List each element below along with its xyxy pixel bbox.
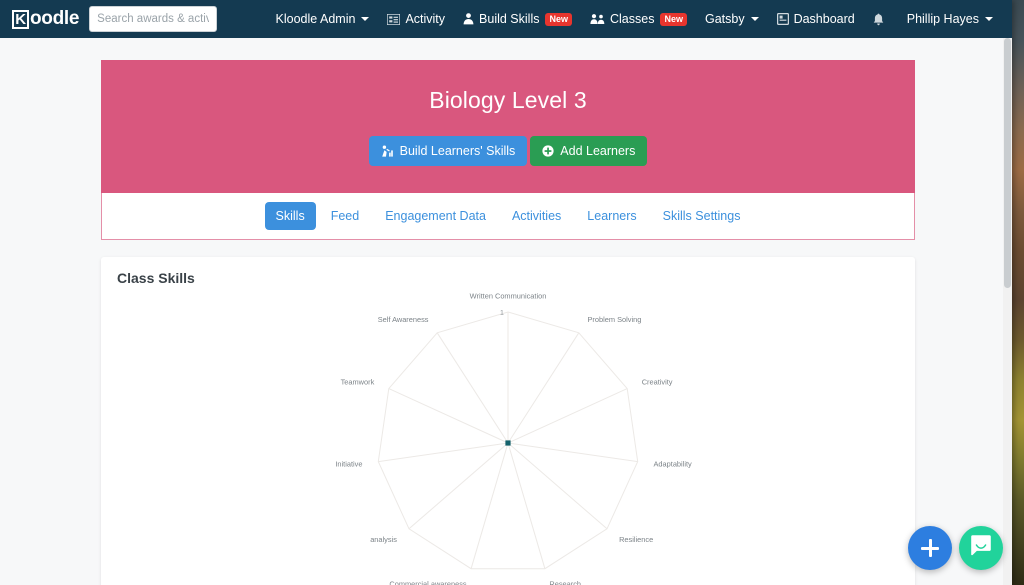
- add-learners-button[interactable]: Add Learners: [530, 136, 647, 166]
- add-learners-label: Add Learners: [560, 144, 635, 158]
- nav-item-dashboard[interactable]: Dashboard: [768, 0, 864, 38]
- nav-label-user-name: Phillip Hayes: [907, 12, 979, 26]
- tab-engagement-data[interactable]: Engagement Data: [374, 202, 497, 230]
- add-floating-action-button[interactable]: [908, 526, 952, 570]
- build-learners-skills-label: Build Learners' Skills: [400, 144, 516, 158]
- vertical-scrollbar[interactable]: [1003, 38, 1012, 585]
- chat-launcher-button[interactable]: [959, 526, 1003, 570]
- dashboard-icon: [777, 13, 789, 25]
- nav-item-build-skills[interactable]: Build Skills New: [454, 0, 581, 38]
- class-tab-bar: Skills Feed Engagement Data Activities L…: [101, 193, 915, 240]
- badge-new-build-skills: New: [545, 13, 572, 26]
- svg-text:Written Communication: Written Communication: [470, 292, 547, 301]
- bell-icon: [873, 13, 884, 26]
- svg-text:Research: Research: [549, 580, 581, 585]
- nav-label-classes: Classes: [610, 12, 654, 26]
- nav-item-notifications[interactable]: [864, 0, 898, 38]
- nav-label-dashboard: Dashboard: [794, 12, 855, 26]
- nav-label-kloodle-admin: Kloodle Admin: [276, 12, 356, 26]
- svg-text:analysis: analysis: [370, 535, 397, 544]
- class-skills-card: Class Skills Written CommunicationProble…: [101, 257, 915, 585]
- hero-button-group: Build Learners' Skills Add Learners: [369, 136, 648, 166]
- person-icon: [463, 13, 474, 25]
- svg-text:Commercial awareness: Commercial awareness: [389, 580, 467, 585]
- plus-circle-icon: [542, 145, 554, 157]
- search-input[interactable]: [89, 6, 217, 32]
- tab-learners[interactable]: Learners: [576, 202, 647, 230]
- nav-label-build-skills: Build Skills: [479, 12, 539, 26]
- svg-text:1: 1: [500, 308, 504, 317]
- nav-item-activity[interactable]: Activity: [378, 0, 454, 38]
- kloodle-logo[interactable]: Koodle: [12, 8, 79, 30]
- radar-series-points: [505, 440, 510, 445]
- people-icon: [590, 13, 605, 25]
- chevron-down-icon: [985, 17, 993, 21]
- page-title: Biology Level 3: [429, 87, 587, 114]
- chat-bubble-icon: [970, 535, 992, 561]
- radar-grid-lines: [378, 312, 637, 569]
- radar-chart[interactable]: Written Communication Problem Solving Crea…: [101, 283, 915, 585]
- badge-new-classes: New: [660, 13, 687, 26]
- svg-text:Adaptability: Adaptability: [654, 460, 693, 469]
- navbar-right-group: Kloodle Admin Activity Build Skills New: [267, 0, 1002, 38]
- nav-label-activity: Activity: [405, 12, 445, 26]
- svg-text:Creativity: Creativity: [642, 378, 673, 387]
- radar-axis-labels: Written Communication Problem Solving Crea…: [335, 292, 692, 585]
- logo-text: oodle: [30, 8, 79, 30]
- browser-window: Koodle Kloodle Admin Activity Build Skil…: [0, 0, 1012, 585]
- logo-k-mark: K: [12, 10, 29, 29]
- tab-skills-settings[interactable]: Skills Settings: [652, 202, 752, 230]
- nav-item-user-menu[interactable]: Phillip Hayes: [898, 0, 1002, 38]
- chevron-down-icon: [751, 17, 759, 21]
- scrollbar-thumb[interactable]: [1004, 38, 1011, 288]
- tab-feed[interactable]: Feed: [320, 202, 371, 230]
- skills-icon: [381, 145, 394, 157]
- build-learners-skills-button[interactable]: Build Learners' Skills: [369, 136, 528, 166]
- nav-item-kloodle-admin[interactable]: Kloodle Admin: [267, 0, 379, 38]
- chevron-down-icon: [361, 17, 369, 21]
- class-hero-banner: Biology Level 3 Build Learners' Skills A…: [101, 60, 915, 193]
- svg-text:Self Awareness: Self Awareness: [378, 315, 429, 324]
- svg-text:Problem Solving: Problem Solving: [588, 315, 642, 324]
- nav-item-classes[interactable]: Classes New: [581, 0, 696, 38]
- radar-chart-svg: Written Communication Problem Solving Crea…: [101, 283, 915, 585]
- nav-label-gatsby: Gatsby: [705, 12, 745, 26]
- nav-item-gatsby[interactable]: Gatsby: [696, 0, 768, 38]
- svg-text:Initiative: Initiative: [335, 460, 362, 469]
- radar-tick-labels: 1: [500, 308, 504, 317]
- plus-icon: [921, 539, 939, 557]
- svg-text:Resilience: Resilience: [619, 535, 653, 544]
- list-icon: [387, 14, 400, 25]
- page-content: Biology Level 3 Build Learners' Skills A…: [0, 38, 1012, 585]
- svg-text:Teamwork: Teamwork: [341, 378, 375, 387]
- tab-activities[interactable]: Activities: [501, 202, 572, 230]
- top-navbar: Koodle Kloodle Admin Activity Build Skil…: [0, 0, 1012, 38]
- tab-skills[interactable]: Skills: [265, 202, 316, 230]
